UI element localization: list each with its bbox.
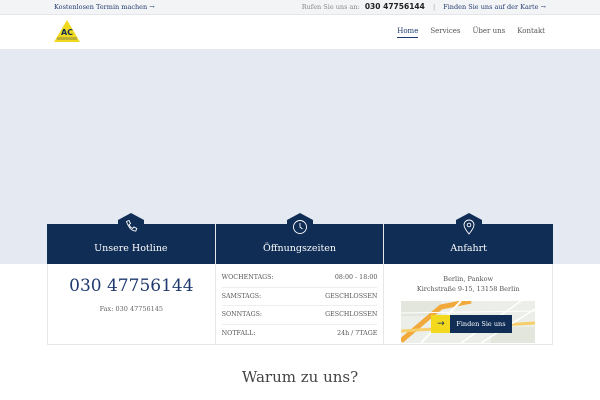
hours-time: 24h / 7TAGE xyxy=(337,329,378,337)
nav-home[interactable]: Home xyxy=(397,27,419,38)
logo-text: AC xyxy=(61,28,73,37)
directions-title: Anfahrt xyxy=(450,243,487,254)
hours-day: SONNTAGS: xyxy=(221,311,263,318)
map-thumbnail[interactable]: → Finden Sie uns xyxy=(401,301,536,343)
phone-icon xyxy=(117,213,144,241)
hours-time: 08:00 - 18:00 xyxy=(334,274,378,281)
find-us-button[interactable]: → Finden Sie uns xyxy=(431,315,512,333)
nav-services[interactable]: Services xyxy=(430,27,460,38)
hotline-title: Unsere Hotline xyxy=(94,243,168,254)
find-us-map-link[interactable]: Finden Sie uns auf der Karte → xyxy=(443,3,546,11)
hotline-box: Unsere Hotline 030 47756144 Fax: 030 477… xyxy=(47,213,216,345)
hours-time: GESCHLOSSEN xyxy=(325,311,378,318)
hotline-body: 030 47756144 Fax: 030 47756145 xyxy=(47,264,215,345)
address-street: Kirchstraße 9-15, 13158 Berlin xyxy=(416,285,520,293)
company-logo[interactable]: AC xyxy=(54,20,80,42)
hotline-phone[interactable]: 030 47756144 xyxy=(48,276,215,296)
nav-contact[interactable]: Kontakt xyxy=(517,27,545,38)
top-bar-phone[interactable]: 030 47756144 xyxy=(365,2,425,11)
call-us-label: Rufen Sie uns an: xyxy=(301,3,360,11)
main-nav: Home Services Über uns Kontakt xyxy=(397,27,545,38)
hours-time: GESCHLOSSEN xyxy=(325,292,378,300)
map-pin-icon xyxy=(455,213,482,241)
site-header: AC Home Services Über uns Kontakt xyxy=(0,15,600,49)
opening-hours-box: Öffnungszeiten WOCHENTAGS: 08:00 - 18:00… xyxy=(215,213,385,345)
hours-row: WOCHENTAGS: 08:00 - 18:00 xyxy=(221,269,378,288)
hotline-header: Unsere Hotline xyxy=(47,213,215,264)
opening-hours-header: Öffnungszeiten xyxy=(215,213,384,264)
hours-row: SAMSTAGS: GESCHLOSSEN xyxy=(221,288,378,306)
hotline-fax: Fax: 030 47756145 xyxy=(99,305,164,313)
top-bar-contact: Rufen Sie uns an: 030 47756144 | Finden … xyxy=(302,2,546,11)
arrow-right-icon: → xyxy=(431,315,451,333)
hours-day: NOTFALL: xyxy=(221,329,256,337)
hours-row: NOTFALL: 24h / 7TAGE xyxy=(222,325,378,344)
find-us-button-label: Finden Sie uns xyxy=(456,320,506,328)
hours-day: WOCHENTAGS: xyxy=(221,274,274,281)
opening-hours-body: WOCHENTAGS: 08:00 - 18:00 SAMSTAGS: GESC… xyxy=(215,264,384,345)
directions-box: Anfahrt Berlin, Pankow Kirchstraße 9-15,… xyxy=(384,213,554,345)
nav-about[interactable]: Über uns xyxy=(472,27,505,38)
hours-row: SONNTAGS: GESCHLOSSEN xyxy=(221,306,378,325)
address-city: Berlin, Pankow xyxy=(443,275,494,283)
address: Berlin, Pankow Kirchstraße 9-15, 13158 B… xyxy=(384,274,552,294)
clock-icon xyxy=(286,213,313,241)
directions-header: Anfahrt xyxy=(384,213,554,264)
opening-hours-title: Öffnungszeiten xyxy=(262,243,337,254)
hours-table: WOCHENTAGS: 08:00 - 18:00 SAMSTAGS: GESC… xyxy=(221,269,378,344)
info-boxes: Unsere Hotline 030 47756144 Fax: 030 477… xyxy=(47,213,554,345)
hours-day: SAMSTAGS: xyxy=(221,292,262,300)
top-bar-separator: | xyxy=(432,3,436,11)
top-bar: Kostenlosen Termin machen → Rufen Sie un… xyxy=(0,0,600,15)
section-title: Warum zu uns? xyxy=(241,368,359,386)
directions-body: Berlin, Pankow Kirchstraße 9-15, 13158 B… xyxy=(384,264,554,345)
free-appointment-link[interactable]: Kostenlosen Termin machen → xyxy=(54,3,155,11)
